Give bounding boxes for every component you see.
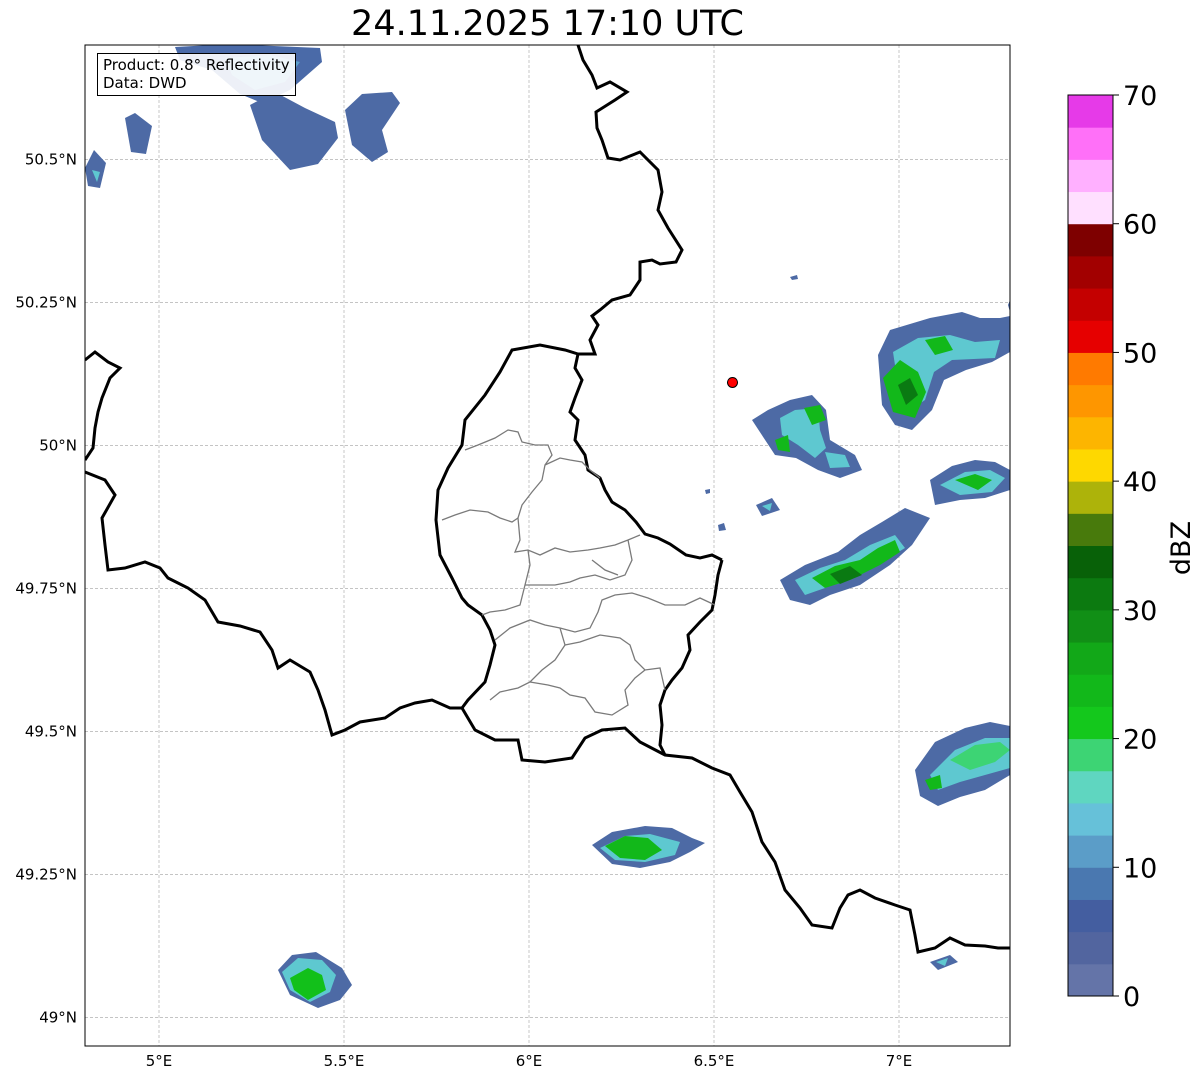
colorbar-segment <box>1068 802 1113 836</box>
colorbar-tick-label: 10 <box>1123 853 1157 884</box>
colorbar-segment <box>1068 770 1113 804</box>
info-box: Product: 0.8° Reflectivity Data: DWD <box>97 53 296 96</box>
colorbar-segment <box>1068 931 1113 965</box>
product-label: Product: 0.8° Reflectivity <box>103 56 290 74</box>
colorbar-segment <box>1068 191 1113 225</box>
lat-tick-label: 49.75°N <box>15 579 77 597</box>
colorbar-segment <box>1068 545 1113 579</box>
lat-tick-label: 49.25°N <box>15 865 77 883</box>
lon-tick-label: 5.5°E <box>324 1052 365 1070</box>
radar-site-marker[interactable] <box>727 376 738 388</box>
lat-tick-label: 50°N <box>39 436 77 454</box>
colorbar-segment <box>1068 223 1113 257</box>
colorbar-tick-label: 70 <box>1123 81 1157 112</box>
colorbar-segment <box>1068 899 1113 933</box>
colorbar-segment <box>1068 577 1113 611</box>
colorbar-segment <box>1068 609 1113 643</box>
colorbar-ticks: 0 10 20 30 40 50 60 70 <box>1113 81 1157 1013</box>
colorbar-segment <box>1068 448 1113 482</box>
colorbar-segment <box>1068 95 1113 128</box>
colorbar-segment <box>1068 867 1113 900</box>
colorbar-segment <box>1068 706 1113 740</box>
colorbar-segment <box>1068 288 1113 321</box>
colorbar-segment <box>1068 738 1113 772</box>
colorbar: 0 10 20 30 40 50 60 70 dBZ <box>1067 81 1197 1013</box>
colorbar-segment <box>1068 127 1113 160</box>
lat-tick-label: 50.5°N <box>25 150 77 168</box>
lon-tick-label: 6.5°E <box>694 1052 735 1070</box>
colorbar-segment <box>1068 320 1113 353</box>
colorbar-tick-label: 40 <box>1123 467 1157 498</box>
colorbar-segment <box>1068 416 1113 450</box>
longitude-labels: 5°E 5.5°E 6°E 6.5°E 7°E <box>146 1052 913 1070</box>
colorbar-segment <box>1068 513 1113 546</box>
lon-tick-label: 7°E <box>886 1052 913 1070</box>
colorbar-segment <box>1068 835 1113 868</box>
lon-tick-label: 5°E <box>146 1052 173 1070</box>
radar-map-figure: 49°N 49.25°N 49.5°N 49.75°N 50°N 50.25°N 50.5°… <box>15 44 1197 1070</box>
colorbar-segment <box>1068 384 1113 418</box>
latitude-labels: 49°N 49.25°N 49.5°N 49.75°N 50°N 50.25°N 50.5°… <box>15 150 77 1026</box>
colorbar-segment <box>1068 642 1113 675</box>
colorbar-segment <box>1068 159 1113 193</box>
colorbar-tick-label: 30 <box>1123 596 1157 627</box>
lat-tick-label: 49.5°N <box>25 722 77 740</box>
lat-tick-label: 50.25°N <box>15 293 77 311</box>
colorbar-segment <box>1068 674 1113 707</box>
colorbar-tick-label: 60 <box>1123 210 1157 241</box>
colorbar-segment <box>1068 481 1113 514</box>
colorbar-segment <box>1068 255 1113 289</box>
colorbar-segments <box>1068 95 1113 997</box>
colorbar-segment <box>1068 352 1113 386</box>
data-source-label: Data: DWD <box>103 74 187 92</box>
lon-tick-label: 6°E <box>516 1052 543 1070</box>
colorbar-tick-label: 50 <box>1123 338 1157 369</box>
colorbar-tick-label: 20 <box>1123 725 1157 756</box>
lat-tick-label: 49°N <box>39 1008 77 1026</box>
colorbar-label: dBZ <box>1166 521 1197 575</box>
colorbar-tick-label: 0 <box>1123 982 1140 1013</box>
colorbar-segment <box>1068 963 1113 997</box>
map-panel[interactable] <box>84 44 1011 1047</box>
